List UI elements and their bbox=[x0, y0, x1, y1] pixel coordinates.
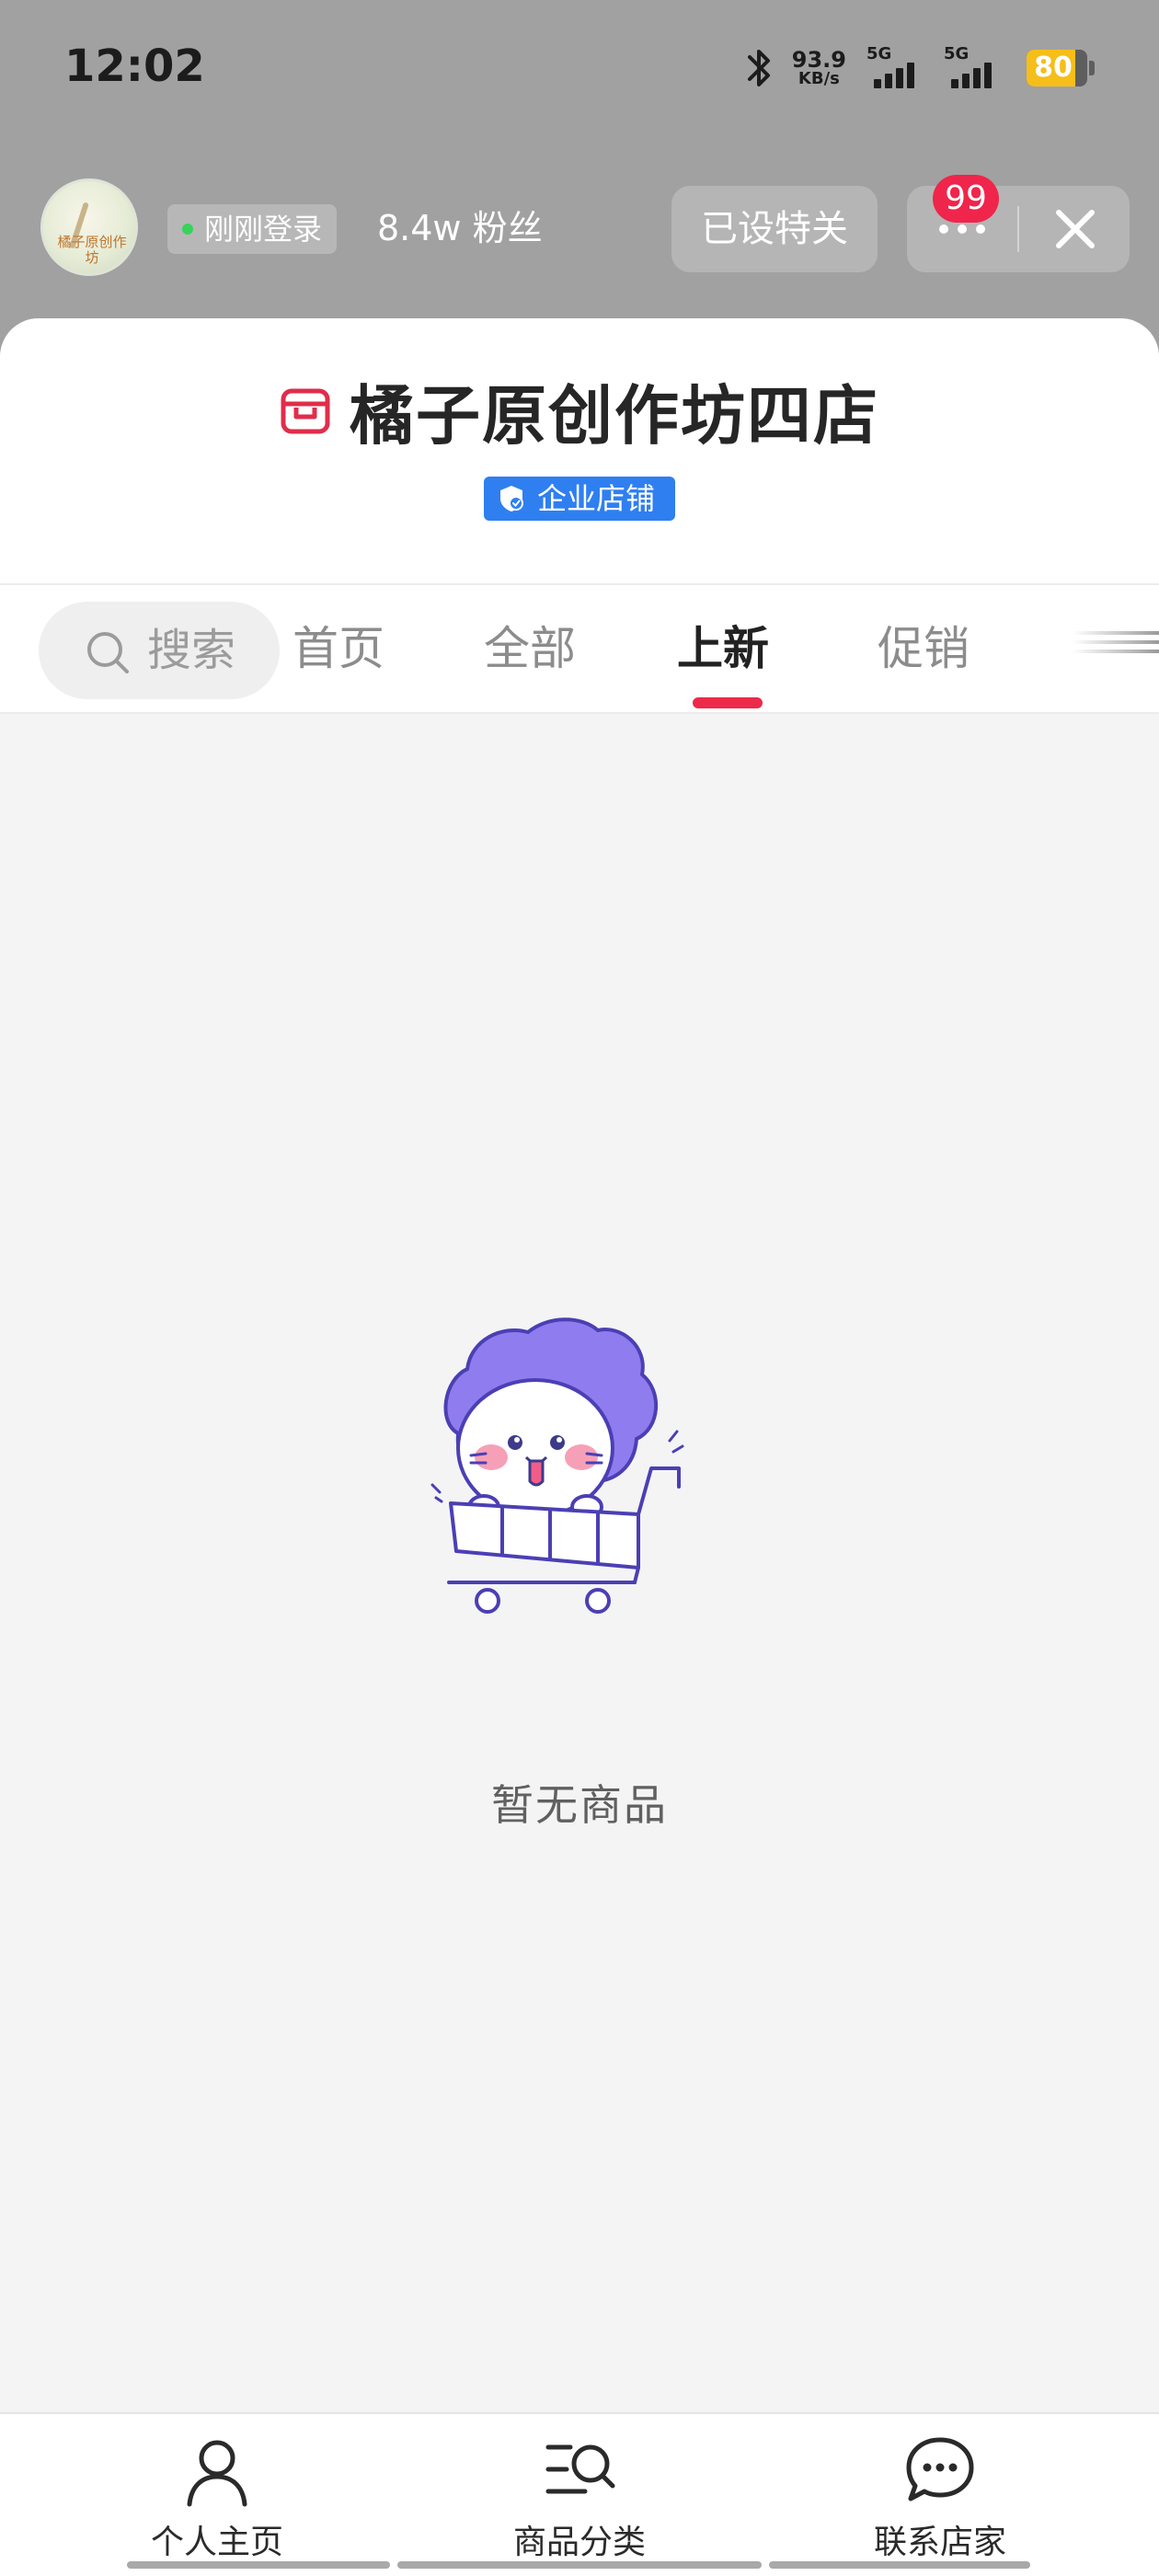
signal-icon: 5G bbox=[944, 44, 1008, 92]
home-indicator bbox=[397, 2561, 762, 2569]
bluetooth-icon bbox=[747, 50, 770, 86]
battery-level: 80 bbox=[1034, 52, 1073, 84]
nav-product-categories[interactable]: 商品分类 bbox=[386, 2414, 773, 2576]
tab-home[interactable]: 首页 bbox=[293, 585, 384, 712]
status-bar: 12:02 93.9 KB/s 5G 5G 80 bbox=[0, 0, 1159, 138]
online-status-badge: 刚刚登录 bbox=[167, 204, 338, 254]
chat-bubble-icon bbox=[906, 2437, 974, 2501]
bottom-nav: 个人主页 商品分类 联系店家 bbox=[0, 2412, 1159, 2576]
tab-promotions[interactable]: 促销 bbox=[878, 585, 970, 712]
shop-header: 橘子原创作坊四店 企业店铺 bbox=[0, 318, 1159, 583]
search-label: 搜索 bbox=[147, 625, 236, 676]
enterprise-store-badge[interactable]: 企业店铺 bbox=[484, 477, 675, 521]
more-dots-icon bbox=[935, 224, 990, 234]
search-button[interactable]: 搜索 bbox=[39, 602, 280, 699]
avatar-brand-text: 橘子原创作坊 bbox=[57, 234, 127, 266]
sim1-network-type: 5G bbox=[866, 44, 892, 63]
active-tab-indicator bbox=[693, 697, 763, 708]
home-indicator bbox=[769, 2561, 1030, 2569]
more-tabs-fade[interactable] bbox=[1073, 626, 1159, 672]
status-indicators: 93.9 KB/s 5G 5G 80 bbox=[740, 44, 1095, 92]
tab-new-arrivals[interactable]: 上新 bbox=[677, 585, 769, 712]
close-button[interactable] bbox=[1021, 186, 1130, 272]
network-speed: 93.9 KB/s bbox=[792, 49, 846, 87]
divider bbox=[1017, 206, 1019, 252]
home-indicator bbox=[127, 2561, 390, 2569]
nav-personal-homepage[interactable]: 个人主页 bbox=[24, 2414, 410, 2576]
fans-count: 8.4w 粉丝 bbox=[377, 208, 543, 248]
special-follow-button[interactable]: 已设特关 bbox=[671, 186, 878, 272]
verified-shield-icon bbox=[500, 486, 523, 512]
signal-icon: 5G bbox=[866, 44, 931, 92]
category-search-icon bbox=[545, 2444, 615, 2494]
network-speed-value: 93.9 bbox=[791, 47, 846, 73]
online-dot-icon bbox=[182, 224, 193, 235]
store-icon bbox=[281, 388, 330, 433]
enterprise-store-label: 企业店铺 bbox=[537, 481, 656, 516]
avatar[interactable]: 橘子原创作坊 bbox=[40, 178, 138, 276]
online-status-label: 刚刚登录 bbox=[204, 212, 323, 247]
shop-name: 橘子原创作坊四店 bbox=[350, 378, 879, 454]
nav-contact-seller[interactable]: 联系店家 bbox=[747, 2414, 1133, 2576]
shop-owner-header: 橘子原创作坊 刚刚登录 8.4w 粉丝 已设特关 99 bbox=[0, 175, 1159, 282]
close-icon bbox=[1056, 210, 1095, 248]
nav-label: 个人主页 bbox=[150, 2524, 283, 2561]
shop-card: 橘子原创作坊四店 企业店铺 搜索 首页 全部 上新 促销 暂无商品 bbox=[0, 318, 1159, 2576]
battery-icon: 80 bbox=[1027, 50, 1095, 86]
empty-state-message: 暂无商品 bbox=[491, 1780, 668, 1830]
nav-label: 商品分类 bbox=[512, 2524, 646, 2561]
empty-cart-mascot-illustration bbox=[430, 1317, 684, 1614]
notification-badge: 99 bbox=[933, 175, 999, 223]
person-icon bbox=[187, 2440, 247, 2507]
sim2-network-type: 5G bbox=[944, 44, 970, 63]
tab-all[interactable]: 全部 bbox=[484, 585, 576, 712]
network-speed-unit: KB/s bbox=[798, 69, 840, 88]
status-time: 12:02 bbox=[64, 40, 205, 92]
search-icon bbox=[87, 632, 129, 673]
nav-label: 联系店家 bbox=[873, 2524, 1006, 2561]
tab-bar: 搜索 首页 全部 上新 促销 bbox=[0, 583, 1159, 714]
